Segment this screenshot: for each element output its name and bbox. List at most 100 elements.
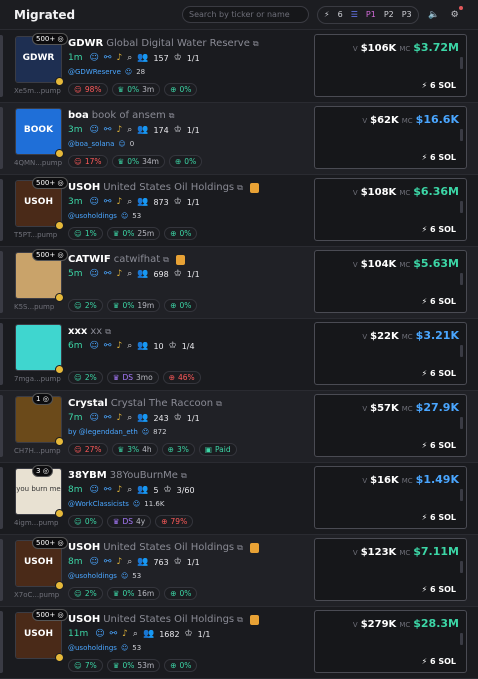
bell-icon[interactable]: ♪ [116, 53, 122, 63]
token-row[interactable]: BOOK 4QMN...pump boa book of ansem ⧉ 3m ☺ ⚯ ♪ ⌕ 👥 1… [0, 103, 478, 175]
search-input[interactable]: Search by ticker or name [182, 6, 309, 23]
quick-buy-amount[interactable]: 6 [338, 10, 343, 19]
quick-buy-box[interactable]: V $62K MC $16.6K ⚡ 6 SOL [314, 106, 467, 169]
token-name[interactable]: xx [90, 326, 102, 337]
copy-icon[interactable]: ⧉ [216, 399, 222, 409]
note-icon[interactable] [249, 542, 259, 553]
note-icon[interactable] [175, 254, 185, 265]
token-symbol[interactable]: Crystal [68, 398, 108, 409]
copy-icon[interactable]: ⧉ [105, 327, 111, 337]
social-handle[interactable]: @boa_solana [68, 140, 114, 148]
user-icon[interactable]: ☺ [90, 125, 99, 135]
preset-p3[interactable]: P3 [402, 10, 412, 19]
list-icon[interactable]: ☰ [351, 10, 358, 19]
user-icon[interactable]: ☺ [90, 413, 99, 423]
social-handle[interactable]: @WorkClassicists [68, 500, 129, 508]
quick-buy-box[interactable]: V $106K MC $3.72M ⚡ 6 SOL [314, 34, 467, 97]
copy-icon[interactable]: ⧉ [237, 183, 243, 193]
search-icon[interactable]: ⌕ [127, 125, 132, 135]
search-icon[interactable]: ⌕ [127, 197, 132, 207]
buy-button[interactable]: ⚡ 6 SOL [422, 153, 456, 162]
contract-address[interactable]: X7oC...pump [14, 591, 59, 599]
user-icon[interactable]: ☺ [90, 53, 99, 63]
buy-button[interactable]: ⚡ 6 SOL [422, 297, 456, 306]
token-name[interactable]: 38YouBurnMe [110, 470, 178, 481]
bell-icon[interactable]: ♪ [116, 485, 122, 495]
copy-icon[interactable]: ⧉ [253, 39, 259, 49]
buy-button[interactable]: ⚡ 6 SOL [422, 441, 456, 450]
token-symbol[interactable]: boa [68, 110, 89, 121]
buy-button[interactable]: ⚡ 6 SOL [422, 369, 456, 378]
buy-button[interactable]: ⚡ 6 SOL [422, 657, 456, 666]
quick-buy-box[interactable]: V $16K MC $1.49K ⚡ 6 SOL [314, 466, 467, 529]
token-row[interactable]: 7mga...pump xxx xx ⧉ 6m ☺ ⚯ ♪ ⌕ 👥 10 ♔ 1/4 ☺ 2% ♛ DS 3mo ⊕… [0, 319, 478, 391]
token-row[interactable]: you burn me 3 ◎ 4igm...pump 38YBM 38YouBurnM… [0, 463, 478, 535]
social-handle[interactable]: @GDWReserve [68, 68, 121, 76]
link-icon[interactable]: ⚯ [104, 125, 112, 135]
search-icon[interactable]: ⌕ [127, 485, 132, 495]
quick-buy-control[interactable]: ⚡ 6 ☰ P1 P2 P3 [317, 5, 419, 24]
preset-p2[interactable]: P2 [384, 10, 394, 19]
bell-icon[interactable]: ♪ [116, 557, 122, 567]
token-row[interactable]: GDWR 500+ ◎ Xe5m...pump GDWR Global Digital … [0, 31, 478, 103]
copy-icon[interactable]: ⧉ [169, 111, 175, 121]
buy-button[interactable]: ⚡ 6 SOL [422, 81, 456, 90]
copy-icon[interactable]: ⧉ [163, 255, 169, 265]
link-icon[interactable]: ⚯ [104, 557, 112, 567]
bell-icon[interactable]: ♪ [122, 629, 128, 639]
user-icon[interactable]: ☺ [95, 629, 104, 639]
token-symbol[interactable]: USOH [68, 182, 100, 193]
token-symbol[interactable]: USOH [68, 542, 100, 553]
token-row[interactable]: 500+ ◎ K5S...pump CATWIF catwifhat ⧉ 5m ☺ ⚯ ♪ ⌕ 👥 6… [0, 247, 478, 319]
copy-icon[interactable]: ⧉ [237, 543, 243, 553]
speaker-icon[interactable]: 🔈 [428, 10, 440, 20]
token-name[interactable]: catwifhat [114, 254, 160, 265]
token-symbol[interactable]: USOH [68, 614, 100, 625]
user-icon[interactable]: ☺ [90, 269, 99, 279]
social-handle[interactable]: @usoholdings [68, 644, 117, 652]
token-symbol[interactable]: 38YBM [68, 470, 107, 481]
link-icon[interactable]: ⚯ [104, 197, 112, 207]
user-icon[interactable]: ☺ [90, 485, 99, 495]
token-row[interactable]: 1 ◎ CH7H...pump Crystal Crystal The Raccoon… [0, 391, 478, 463]
note-icon[interactable] [249, 614, 259, 625]
contract-address[interactable]: 4igm...pump [14, 519, 58, 527]
sliders-icon[interactable]: ⚙ [449, 5, 463, 20]
token-name[interactable]: United States Oil Holdings [103, 182, 234, 193]
token-name[interactable]: United States Oil Holdings [103, 542, 234, 553]
social-handle[interactable]: @usoholdings [68, 572, 117, 580]
buy-button[interactable]: ⚡ 6 SOL [422, 513, 456, 522]
link-icon[interactable]: ⚯ [104, 341, 112, 351]
user-icon[interactable]: ☺ [90, 197, 99, 207]
token-name[interactable]: Global Digital Water Reserve [106, 38, 250, 49]
token-name[interactable]: book of ansem [92, 110, 166, 121]
token-name[interactable]: United States Oil Holdings [103, 614, 234, 625]
quick-buy-box[interactable]: V $104K MC $5.63M ⚡ 6 SOL [314, 250, 467, 313]
quick-buy-box[interactable]: V $57K MC $27.9K ⚡ 6 SOL [314, 394, 467, 457]
search-icon[interactable]: ⌕ [127, 557, 132, 567]
link-icon[interactable]: ⚯ [104, 485, 112, 495]
bell-icon[interactable]: ♪ [116, 341, 122, 351]
contract-address[interactable]: 7mga...pump [14, 375, 61, 383]
token-row[interactable]: USOH 500+ ◎ USOH United States Oil Holdings… [0, 607, 478, 679]
quick-buy-box[interactable]: V $279K MC $28.3M ⚡ 6 SOL [314, 610, 467, 673]
search-icon[interactable]: ⌕ [127, 341, 132, 351]
contract-address[interactable]: Xe5m...pump [14, 87, 61, 95]
user-icon[interactable]: ☺ [90, 557, 99, 567]
user-icon[interactable]: ☺ [90, 341, 99, 351]
social-handle[interactable]: @usoholdings [68, 212, 117, 220]
note-icon[interactable] [249, 182, 259, 193]
token-symbol[interactable]: xxx [68, 326, 87, 337]
token-name[interactable]: Crystal The Raccoon [111, 398, 213, 409]
quick-buy-box[interactable]: V $123K MC $7.11M ⚡ 6 SOL [314, 538, 467, 601]
token-image[interactable] [15, 324, 62, 371]
contract-address[interactable]: K5S...pump [14, 303, 54, 311]
search-icon[interactable]: ⌕ [127, 269, 132, 279]
token-symbol[interactable]: GDWR [68, 38, 103, 49]
buy-button[interactable]: ⚡ 6 SOL [422, 585, 456, 594]
contract-address[interactable]: 4QMN...pump [14, 159, 62, 167]
social-handle[interactable]: by @legenddan_eth [68, 428, 138, 436]
quick-buy-box[interactable]: V $108K MC $6.36M ⚡ 6 SOL [314, 178, 467, 241]
token-symbol[interactable]: CATWIF [68, 254, 111, 265]
link-icon[interactable]: ⚯ [110, 629, 118, 639]
